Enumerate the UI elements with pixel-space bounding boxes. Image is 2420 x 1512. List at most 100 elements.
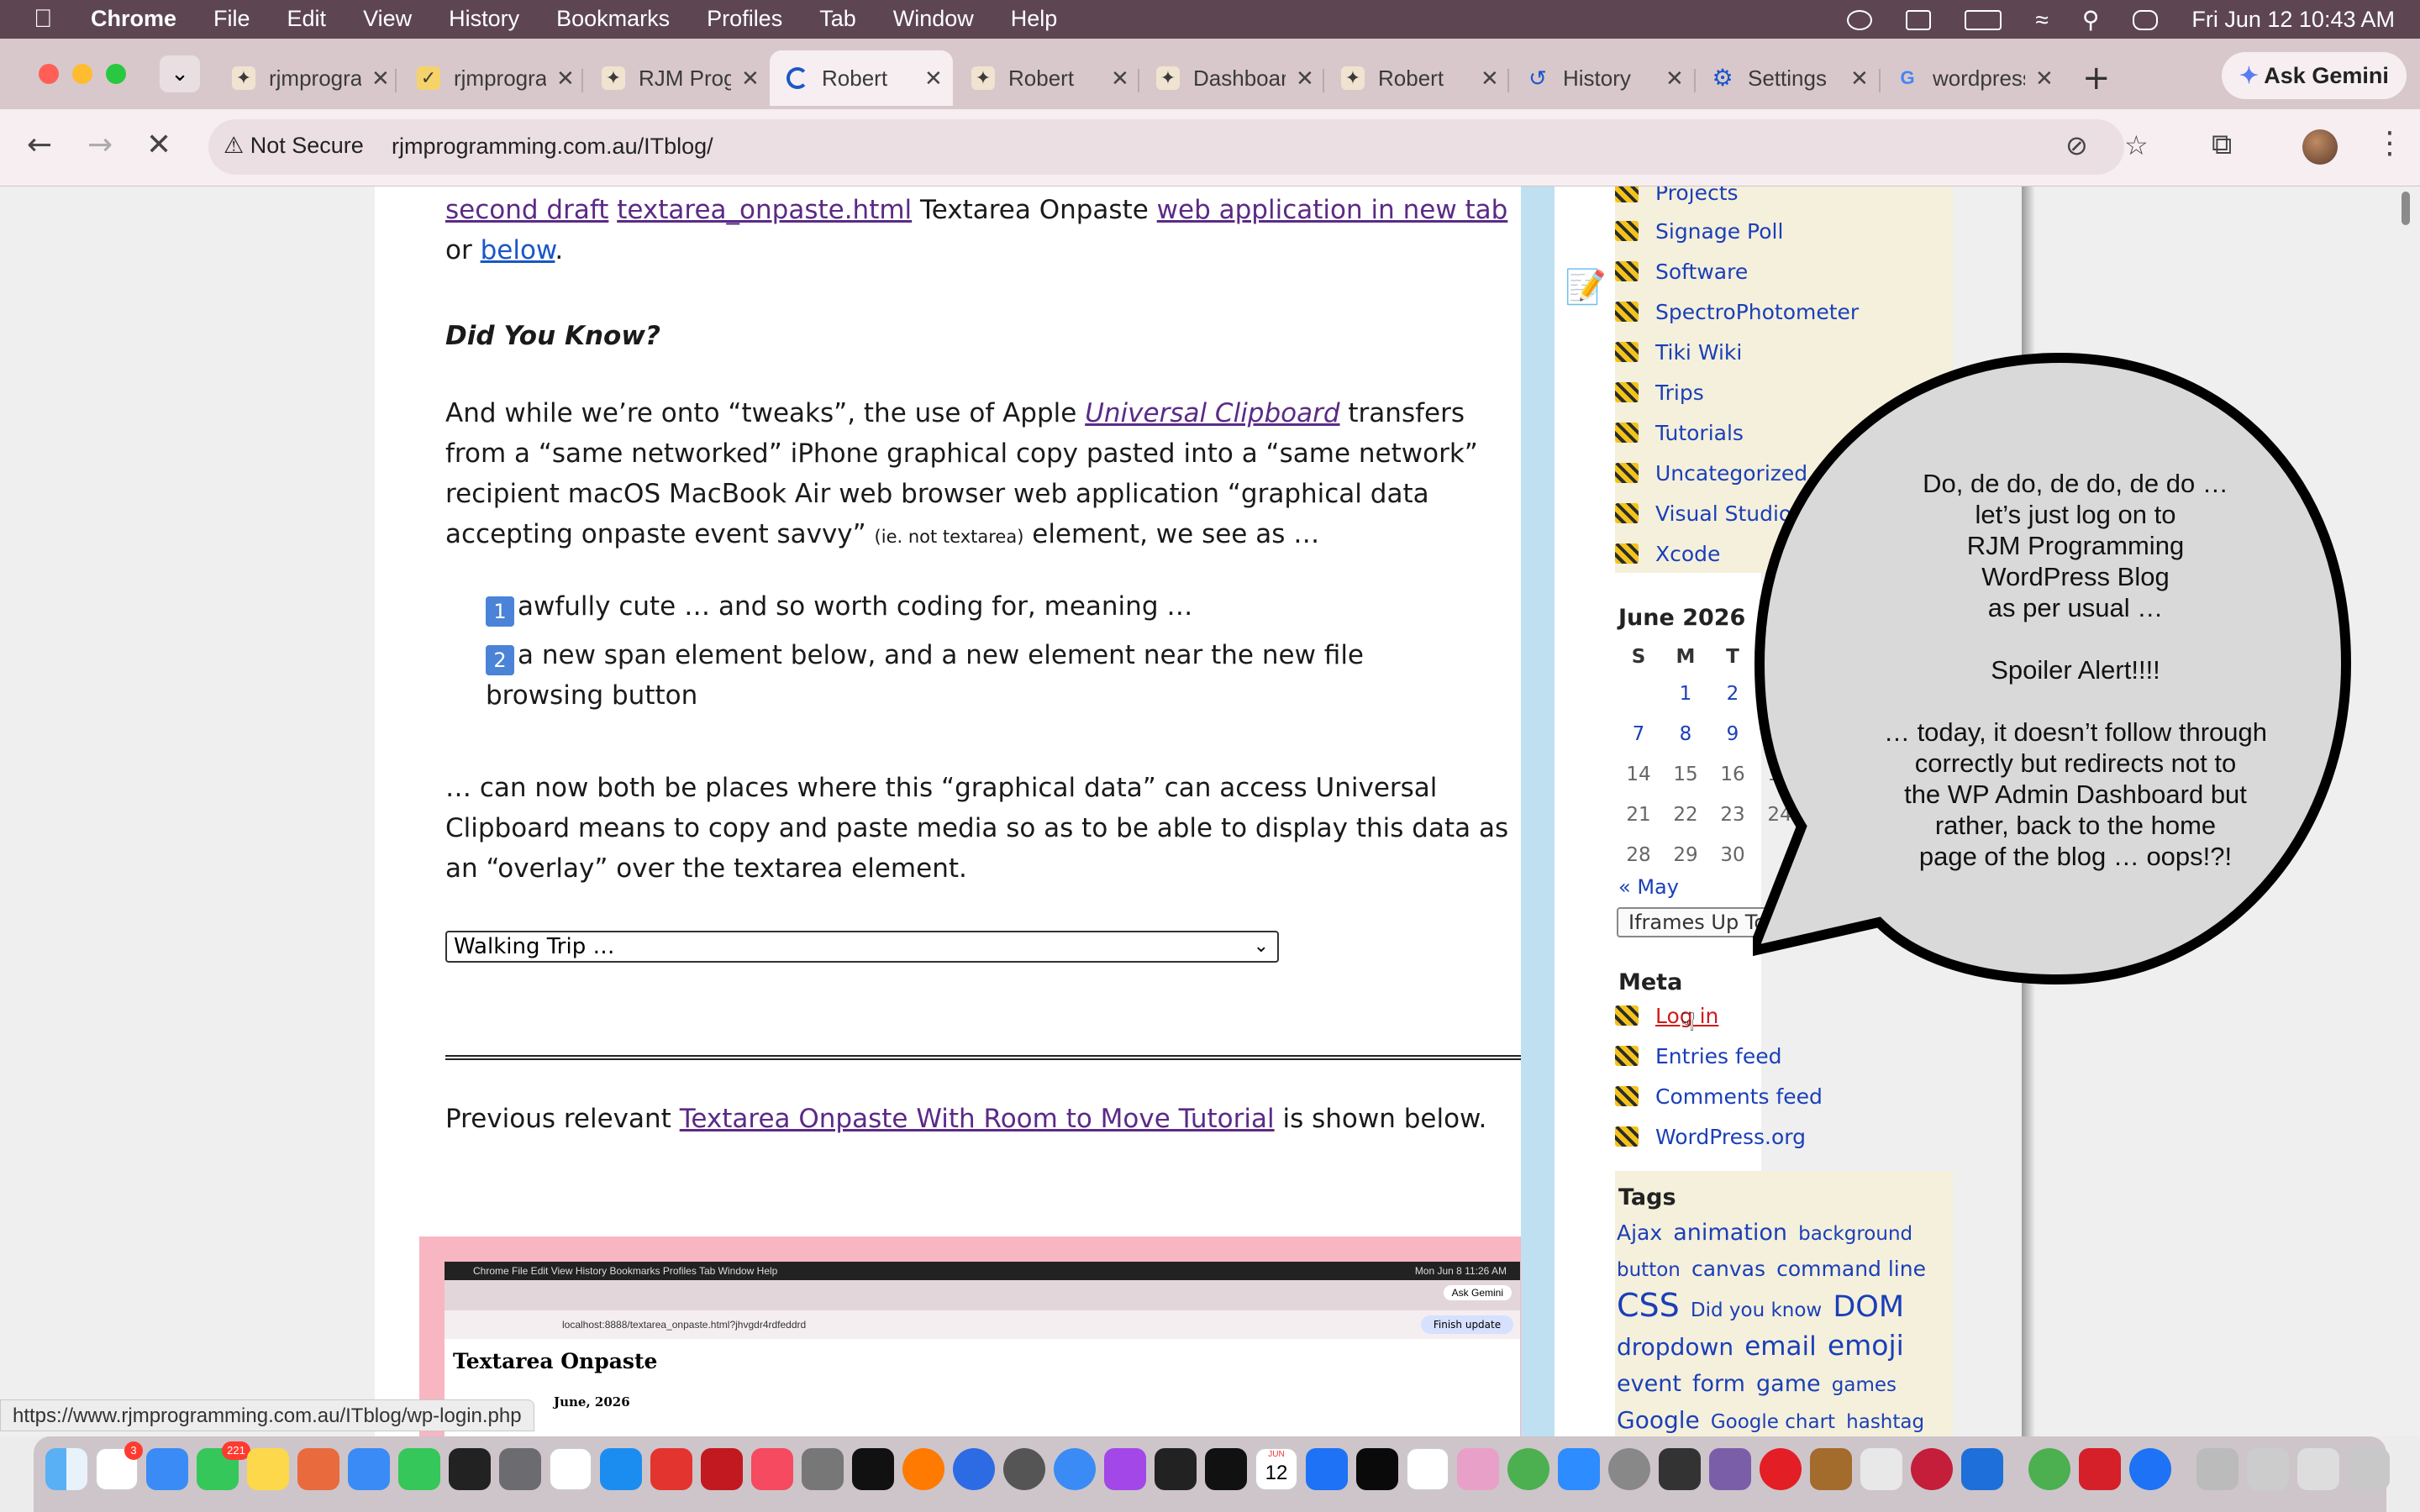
keyboard-icon[interactable] — [1906, 9, 1932, 30]
url-text[interactable]: rjmprogramming.com.au/ITblog/ — [392, 134, 713, 160]
meta-comments-feed-link[interactable]: Comments feed — [1615, 1082, 1823, 1110]
notes-icon[interactable] — [247, 1448, 289, 1490]
below-link[interactable]: below — [481, 235, 555, 265]
tab-5[interactable]: ✦ Robert ✕ — [955, 50, 1129, 106]
calendar-day-link[interactable]: 8 — [1662, 717, 1709, 751]
tag-link[interactable]: Did you know — [1691, 1299, 1822, 1321]
tag-link[interactable]: email — [1744, 1331, 1817, 1362]
menu-window[interactable]: Window — [893, 6, 974, 32]
category-xcode[interactable]: Xcode — [1615, 539, 1720, 568]
meta-login-link[interactable]: Log in ☟ — [1615, 1001, 1718, 1037]
close-tab-icon[interactable]: ✕ — [2035, 66, 2054, 92]
intellij-icon[interactable] — [1356, 1448, 1398, 1490]
stop-loading-icon[interactable]: ✕ — [146, 128, 171, 162]
tag-link[interactable]: event — [1617, 1371, 1681, 1397]
podcasts-icon[interactable] — [1104, 1448, 1146, 1490]
safari-icon[interactable] — [1054, 1448, 1096, 1490]
recent-document-icon[interactable] — [2247, 1448, 2289, 1490]
calendar-day-link[interactable]: 9 — [1709, 717, 1756, 751]
gimp-icon[interactable] — [802, 1448, 844, 1490]
terminal-2-icon[interactable] — [1155, 1448, 1197, 1490]
tab-8[interactable]: ↺ History ✕ — [1509, 50, 1684, 106]
security-indicator[interactable]: ⚠ Not Secure — [224, 133, 364, 159]
filezilla-icon[interactable] — [701, 1448, 743, 1490]
walking-trip-select[interactable]: Walking Trip … ⌄ — [445, 931, 1279, 963]
tag-link[interactable]: Google — [1617, 1406, 1700, 1434]
tab-search-button[interactable]: ⌄ — [160, 55, 200, 92]
music-icon[interactable] — [751, 1448, 793, 1490]
mail-icon[interactable] — [146, 1448, 188, 1490]
notepad-icon[interactable]: 📝 — [1565, 267, 1607, 307]
trash-icon[interactable] — [2348, 1448, 2390, 1490]
close-tab-icon[interactable]: ✕ — [1481, 66, 1499, 92]
close-tab-icon[interactable]: ✕ — [741, 66, 760, 92]
calendar-day-link[interactable]: 7 — [1615, 717, 1662, 751]
category-tiki-wiki[interactable]: Tiki Wiki — [1615, 338, 1742, 366]
tag-link[interactable]: command line — [1776, 1257, 1926, 1281]
vertical-scrollbar[interactable] — [2402, 192, 2410, 225]
category-software[interactable]: Software — [1615, 257, 1748, 286]
apple-icon[interactable]:  — [34, 5, 53, 34]
bbedit-icon[interactable] — [1003, 1448, 1045, 1490]
system-settings-icon[interactable] — [1608, 1448, 1650, 1490]
close-tab-icon[interactable]: ✕ — [924, 66, 943, 92]
close-tab-icon[interactable]: ✕ — [1850, 66, 1869, 92]
extensions-puzzle-icon[interactable]: ⧉ — [2212, 128, 2232, 161]
apple-tv-icon[interactable] — [852, 1448, 894, 1490]
menu-profiles[interactable]: Profiles — [707, 6, 782, 32]
tab-3[interactable]: ✦ RJM Programming ✕ — [585, 50, 760, 106]
tag-link[interactable]: CSS — [1617, 1287, 1680, 1324]
chrome-icon[interactable] — [1507, 1448, 1549, 1490]
web-app-new-tab-link[interactable]: web application in new tab — [1157, 195, 1508, 225]
close-tab-icon[interactable]: ✕ — [1665, 66, 1684, 92]
tag-link[interactable]: hashtag — [1846, 1411, 1924, 1433]
menu-edit[interactable]: Edit — [287, 6, 327, 32]
news-icon[interactable] — [650, 1448, 692, 1490]
tag-link[interactable]: form — [1692, 1371, 1745, 1397]
menu-bookmarks[interactable]: Bookmarks — [556, 6, 670, 32]
previous-tutorial-link[interactable]: Textarea Onpaste With Room to Move Tutor… — [680, 1104, 1275, 1134]
chrome-2-icon[interactable] — [2028, 1448, 2070, 1490]
menu-history[interactable]: History — [449, 6, 519, 32]
category-spectrophotometer[interactable]: SpectroPhotometer — [1615, 297, 1859, 326]
tab-4-active[interactable]: Robert ✕ — [770, 50, 953, 106]
facetime-icon[interactable] — [398, 1448, 440, 1490]
profile-avatar[interactable] — [2302, 129, 2338, 165]
terminal-icon[interactable] — [449, 1448, 491, 1490]
tab-6[interactable]: ✦ Dashboard ✕ — [1139, 50, 1314, 106]
close-tab-icon[interactable]: ✕ — [1111, 66, 1129, 92]
evernote-icon[interactable] — [1860, 1448, 1902, 1490]
menu-app-name[interactable]: Chrome — [91, 6, 176, 32]
category-signage-poll[interactable]: Signage Poll — [1615, 217, 1783, 245]
close-tab-icon[interactable]: ✕ — [556, 66, 575, 92]
preview-icon[interactable] — [1306, 1448, 1348, 1490]
xcode-icon[interactable] — [1961, 1448, 2003, 1490]
chrome-menu-icon[interactable]: ⋮ — [2375, 126, 2405, 160]
tab-9[interactable]: ⚙ Settings ✕ — [1694, 50, 1869, 106]
document-icon[interactable] — [1407, 1448, 1449, 1490]
tag-link[interactable]: dropdown — [1617, 1333, 1733, 1361]
compass-icon[interactable] — [1911, 1448, 1953, 1490]
tag-link[interactable]: game — [1756, 1371, 1821, 1397]
menu-view[interactable]: View — [363, 6, 412, 32]
category-tutorials[interactable]: Tutorials — [1615, 418, 1744, 447]
screenshot-stack-icon[interactable] — [2297, 1448, 2339, 1490]
tag-link[interactable]: button — [1617, 1259, 1681, 1281]
bluetooth-icon[interactable] — [2129, 1448, 2171, 1490]
menu-clock[interactable]: Fri Jun 12 10:43 AM — [2191, 7, 2395, 33]
filemaker-icon[interactable] — [2079, 1448, 2121, 1490]
finder-icon[interactable] — [45, 1448, 87, 1490]
zoom-window-button[interactable] — [106, 64, 126, 84]
meta-entries-feed-link[interactable]: Entries feed — [1615, 1042, 1781, 1070]
minimize-window-button[interactable] — [72, 64, 92, 84]
textedit-icon[interactable] — [550, 1448, 592, 1490]
downloads-folder-icon[interactable] — [2196, 1448, 2238, 1490]
maps-icon[interactable] — [348, 1448, 390, 1490]
user-switch-icon[interactable] — [1847, 9, 1873, 30]
app-store-icon[interactable] — [600, 1448, 642, 1490]
category-projects[interactable]: Projects — [1615, 186, 1739, 207]
embedded-screenshot[interactable]: Chrome File Edit View History Bookmarks … — [419, 1236, 1545, 1436]
meta-wordpress-org-link[interactable]: WordPress.org — [1615, 1122, 1806, 1151]
calendar-icon[interactable]: JUN 12 — [1255, 1448, 1297, 1490]
tag-link[interactable]: DOM — [1833, 1290, 1904, 1324]
